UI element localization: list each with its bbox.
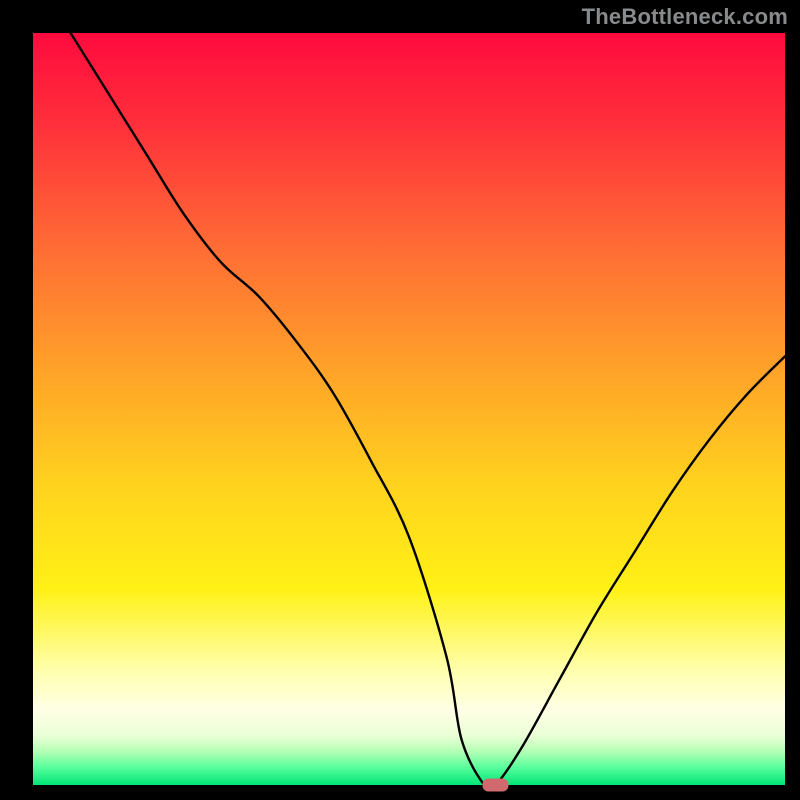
bottleneck-chart — [0, 0, 800, 800]
watermark-text: TheBottleneck.com — [582, 4, 788, 30]
optimal-marker — [482, 779, 508, 792]
chart-frame: TheBottleneck.com — [0, 0, 800, 800]
gradient-background — [33, 33, 785, 785]
